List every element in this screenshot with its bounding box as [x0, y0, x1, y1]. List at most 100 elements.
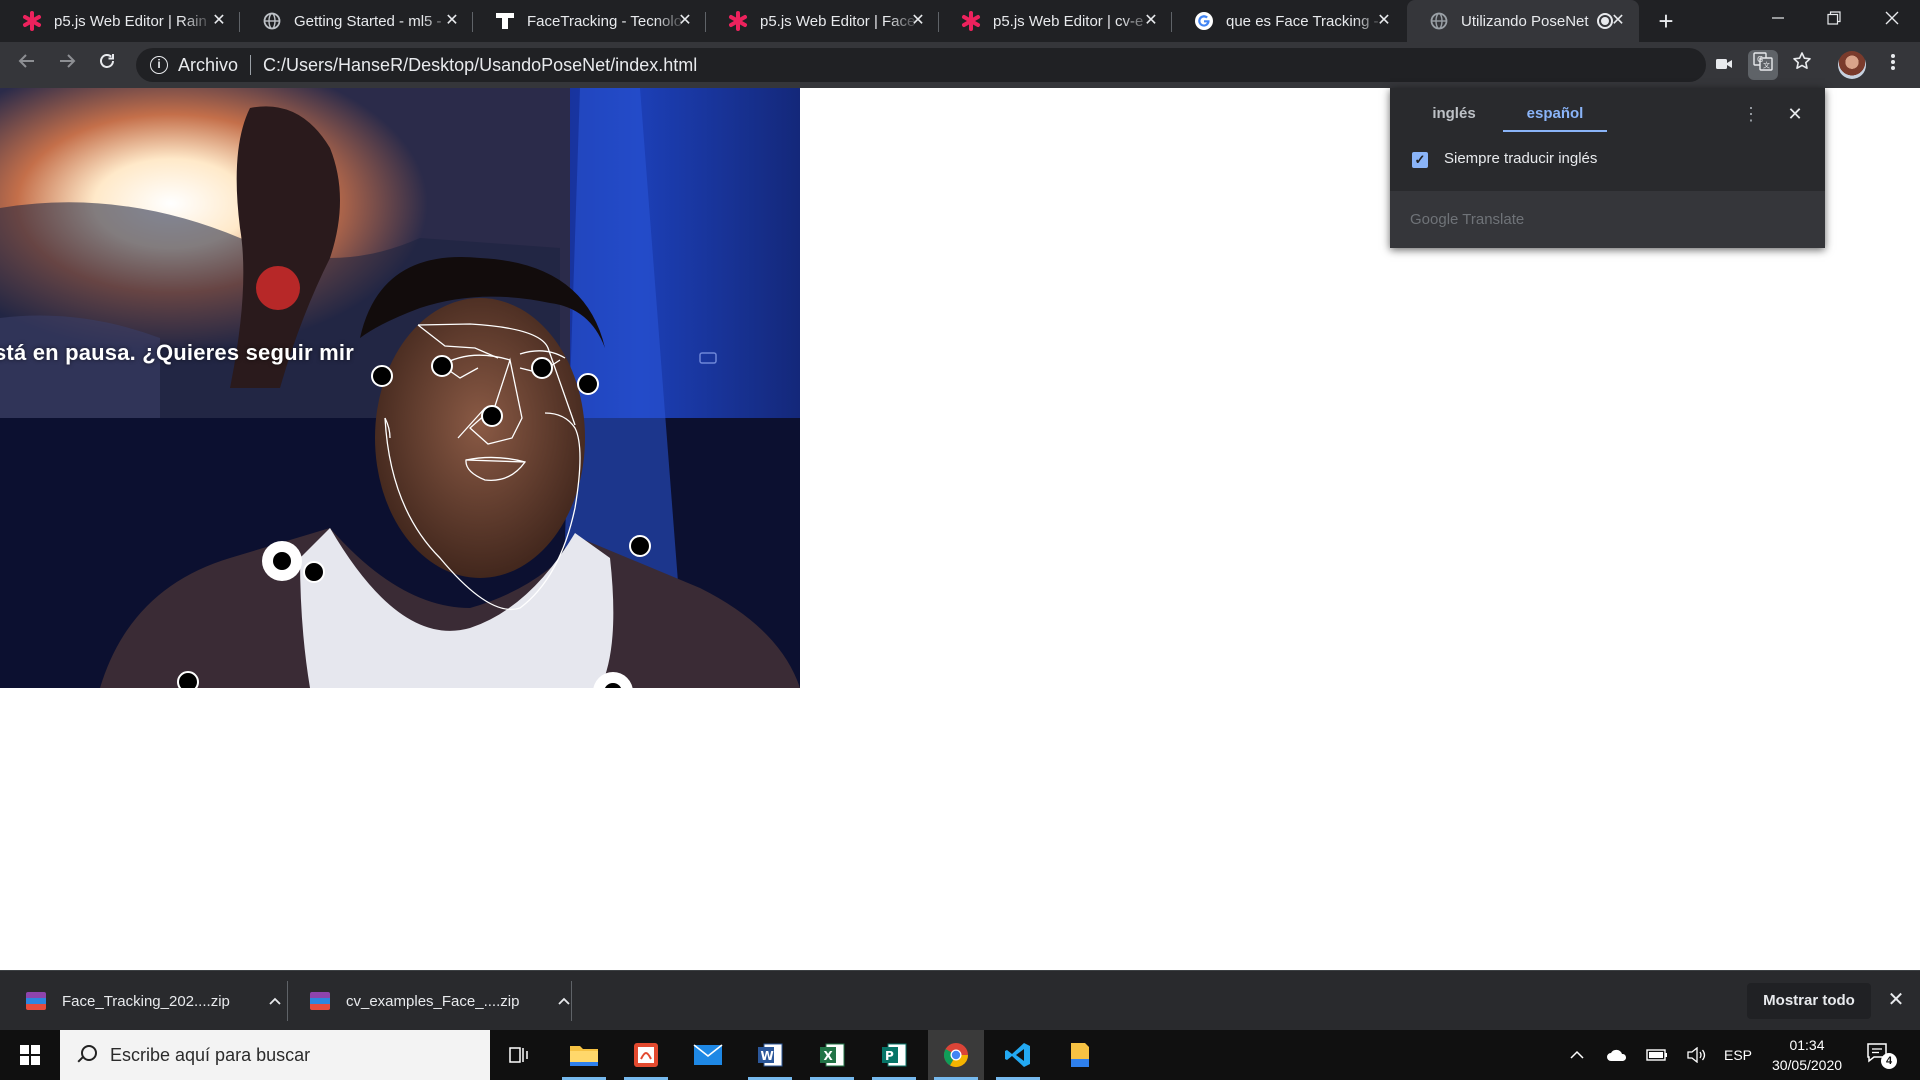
close-window-icon: [1885, 11, 1899, 25]
publisher-icon[interactable]: P: [866, 1030, 922, 1080]
download-divider: [287, 981, 288, 1021]
translate-target-tab[interactable]: español: [1503, 102, 1607, 132]
camera-in-use-icon[interactable]: [1709, 50, 1739, 80]
translate-source-tab[interactable]: inglés: [1418, 102, 1490, 132]
start-button[interactable]: [0, 1030, 60, 1080]
chevron-up-icon[interactable]: [1560, 1030, 1594, 1080]
download-shelf: Face_Tracking_202....zip cv_examples_Fac…: [0, 970, 1920, 1030]
taskbar-search-placeholder: Escribe aquí para buscar: [110, 1044, 311, 1065]
bookmark-star-icon[interactable]: [1787, 50, 1817, 80]
new-tab-button[interactable]: +: [1653, 8, 1679, 35]
tab-p5-rain[interactable]: p5.js Web Editor | Rain ✕: [0, 0, 240, 42]
excel-icon[interactable]: X: [804, 1030, 860, 1080]
tab-close-icon[interactable]: ✕: [1142, 12, 1160, 30]
zip-archive-icon: [26, 992, 46, 1010]
always-translate-label[interactable]: Siempre traducir inglés: [1444, 150, 1597, 167]
translate-icon[interactable]: G文: [1748, 50, 1778, 80]
tab-google-search[interactable]: que es Face Tracking - ✕: [1172, 0, 1405, 42]
restore-button[interactable]: [1806, 0, 1862, 40]
svg-text:X: X: [824, 1049, 834, 1063]
sticky-folder-icon[interactable]: [1052, 1030, 1108, 1080]
action-center-button[interactable]: 4: [1866, 1041, 1897, 1069]
svg-text:文: 文: [1763, 61, 1770, 70]
file-explorer-icon[interactable]: [556, 1030, 612, 1080]
globe-icon: [1429, 11, 1449, 31]
tab-close-icon[interactable]: ✕: [210, 12, 228, 30]
webcam-canvas: stá en pausa. ¿Quieres seguir mir: [0, 88, 800, 688]
google-translate-branding: Google Translate: [1410, 211, 1525, 228]
tab-title: p5.js Web Editor | Face: [760, 12, 916, 30]
vscode-icon[interactable]: [990, 1030, 1046, 1080]
address-url[interactable]: C:/Users/HanseR/Desktop/UsandoPoseNet/in…: [263, 55, 697, 76]
globe-icon: [262, 11, 282, 31]
chevron-up-icon[interactable]: [557, 993, 571, 1009]
download-item[interactable]: cv_examples_Face_....zip: [310, 971, 571, 1031]
tab-posenet-active[interactable]: Utilizando PoseNet ✕: [1407, 0, 1639, 42]
task-view-icon[interactable]: [492, 1030, 548, 1080]
forward-arrow-icon: [60, 54, 76, 68]
tab-close-icon[interactable]: ✕: [443, 12, 461, 30]
translate-close-icon[interactable]: ✕: [1785, 102, 1805, 126]
windows-logo-icon: [20, 1045, 40, 1065]
webcam-frame-illustration: [0, 88, 800, 688]
download-filename: cv_examples_Face_....zip: [346, 992, 520, 1010]
volume-icon[interactable]: [1679, 1030, 1713, 1080]
tab-close-icon[interactable]: ✕: [676, 12, 694, 30]
address-scheme-label: Archivo: [178, 54, 239, 75]
close-download-shelf-icon[interactable]: ✕: [1884, 988, 1908, 1012]
tab-close-icon[interactable]: ✕: [1609, 12, 1627, 30]
input-language-indicator[interactable]: ESP: [1718, 1030, 1758, 1080]
minimize-button[interactable]: [1750, 0, 1806, 40]
download-divider: [571, 981, 572, 1021]
notification-count-badge: 4: [1881, 1053, 1897, 1069]
tab-p5-face[interactable]: p5.js Web Editor | Face ✕: [706, 0, 939, 42]
search-icon: [76, 1045, 97, 1065]
info-icon[interactable]: i: [150, 56, 168, 74]
always-translate-checkbox[interactable]: ✓: [1412, 152, 1428, 168]
system-clock[interactable]: 01:34 30/05/2020: [1762, 1035, 1852, 1075]
close-window-button[interactable]: [1864, 0, 1920, 40]
back-button[interactable]: [12, 50, 42, 80]
svg-text:W: W: [761, 1049, 774, 1063]
tab-close-icon[interactable]: ✕: [909, 12, 927, 30]
tab-title: que es Face Tracking -: [1226, 12, 1379, 30]
taskbar-search-box[interactable]: Escribe aquí para buscar: [60, 1030, 490, 1080]
profile-avatar[interactable]: [1838, 51, 1866, 79]
show-all-downloads-button[interactable]: Mostrar todo: [1747, 983, 1871, 1019]
mail-icon[interactable]: [680, 1030, 736, 1080]
address-bar[interactable]: i Archivo C:/Users/HanseR/Desktop/Usando…: [136, 48, 1706, 82]
p5-asterisk-icon: [961, 11, 981, 31]
google-g-icon: [1194, 11, 1214, 31]
acrobat-reader-icon[interactable]: [618, 1030, 674, 1080]
translate-popup: inglés español ⋮ ✕ ✓ Siempre traducir in…: [1390, 88, 1825, 248]
tab-strip: p5.js Web Editor | Rain ✕ Getting Starte…: [0, 0, 1920, 42]
download-filename: Face_Tracking_202....zip: [62, 992, 230, 1010]
zip-archive-icon: [310, 992, 330, 1010]
tab-title: Utilizando PoseNet: [1461, 12, 1589, 30]
word-icon[interactable]: W: [742, 1030, 798, 1080]
tab-close-icon[interactable]: ✕: [1375, 12, 1393, 30]
tab-facetracking[interactable]: FaceTracking - Tecnolo ✕: [473, 0, 706, 42]
tab-ml5-getting-started[interactable]: Getting Started - ml5 - ✕: [240, 0, 473, 42]
forward-button[interactable]: [52, 50, 82, 80]
tab-title: p5.js Web Editor | cv-e: [993, 12, 1144, 30]
video-paused-caption: stá en pausa. ¿Quieres seguir mir: [0, 340, 354, 365]
p5-asterisk-icon: [22, 11, 42, 31]
cross-logo-icon: [495, 11, 515, 31]
svg-text:P: P: [885, 1049, 894, 1063]
menu-kebab-icon[interactable]: [1878, 50, 1908, 80]
address-divider: [250, 55, 252, 75]
download-item[interactable]: Face_Tracking_202....zip: [26, 971, 282, 1031]
reload-button[interactable]: [92, 50, 122, 80]
clock-date: 30/05/2020: [1771, 1057, 1843, 1073]
tab-p5-cv[interactable]: p5.js Web Editor | cv-e ✕: [939, 0, 1172, 42]
p5-asterisk-icon: [728, 11, 748, 31]
onedrive-cloud-icon[interactable]: [1600, 1030, 1634, 1080]
tab-title: p5.js Web Editor | Rain: [54, 12, 207, 30]
tab-title: FaceTracking - Tecnolo: [527, 12, 683, 30]
chrome-icon[interactable]: [928, 1030, 984, 1080]
chevron-up-icon[interactable]: [268, 993, 282, 1009]
translate-footer: Google Translate: [1390, 191, 1825, 248]
translate-options-icon[interactable]: ⋮: [1742, 102, 1760, 126]
battery-icon[interactable]: [1640, 1030, 1674, 1080]
